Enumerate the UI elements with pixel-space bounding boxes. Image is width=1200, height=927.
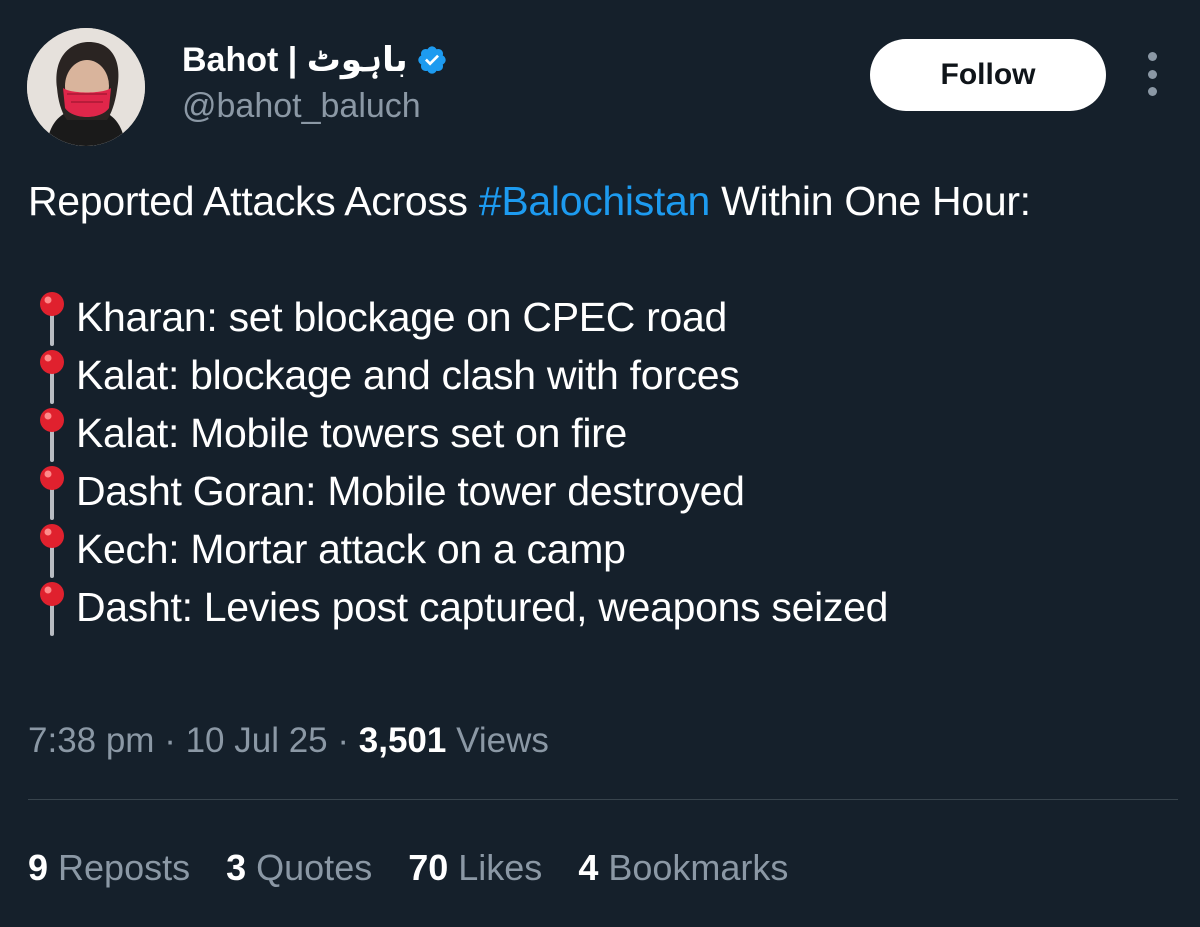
- round-pushpin-icon: [28, 288, 76, 346]
- attack-list: Kharan: set blockage on CPEC road Kalat: …: [28, 288, 1168, 636]
- tweet-intro: Reported Attacks Across #Balochistan Wit…: [28, 172, 1168, 230]
- bookmarks-label: Bookmarks: [608, 847, 789, 888]
- round-pushpin-icon: [28, 346, 76, 404]
- tweet-meta: 7:38 pm · 10 Jul 25 · 3,501 Views: [28, 718, 549, 764]
- bookmarks-count: 4: [578, 847, 599, 888]
- more-dot: [1147, 69, 1157, 79]
- round-pushpin-icon: [28, 578, 76, 636]
- more-dot: [1147, 87, 1157, 96]
- attack-list-item-text: Dasht Goran: Mobile tower destroyed: [76, 468, 745, 514]
- intro-text-after: Within One Hour:: [710, 178, 1031, 224]
- attack-list-item: Kalat: blockage and clash with forces: [28, 346, 1168, 404]
- divider: [28, 799, 1178, 800]
- tweet-header: Bahot | باہوٹ @bahot_baluch Follow: [27, 28, 1177, 148]
- tweet-text: Reported Attacks Across #Balochistan Wit…: [28, 172, 1168, 636]
- quotes-count: 3: [226, 847, 247, 888]
- reposts-label: Reposts: [58, 847, 191, 888]
- views-label: Views: [456, 721, 549, 760]
- likes-count: 70: [408, 847, 449, 888]
- reposts-count: 9: [28, 847, 49, 888]
- author-handle[interactable]: @bahot_baluch: [182, 86, 448, 126]
- likes-label: Likes: [458, 847, 543, 888]
- attack-list-item-text: Kharan: set blockage on CPEC road: [76, 294, 728, 340]
- reposts-stat[interactable]: 9 Reposts: [28, 845, 190, 891]
- quotes-label: Quotes: [256, 847, 373, 888]
- attack-list-item: Kalat: Mobile towers set on fire: [28, 404, 1168, 462]
- round-pushpin-icon: [28, 404, 76, 462]
- attack-list-item: Dasht Goran: Mobile tower destroyed: [28, 462, 1168, 520]
- attack-list-item-text: Kalat: blockage and clash with forces: [76, 352, 740, 398]
- engagement-stats: 9 Reposts 3 Quotes 70 Likes 4 Bookmarks: [28, 845, 824, 891]
- hashtag-link[interactable]: #Balochistan: [479, 178, 710, 224]
- author-display-name[interactable]: Bahot | باہوٹ: [182, 40, 448, 80]
- round-pushpin-icon: [28, 520, 76, 578]
- attack-list-item-text: Kalat: Mobile towers set on fire: [76, 410, 627, 456]
- attack-list-item: Kharan: set blockage on CPEC road: [28, 288, 1168, 346]
- more-dot: [1147, 52, 1157, 61]
- round-pushpin-icon: [28, 462, 76, 520]
- quotes-stat[interactable]: 3 Quotes: [226, 845, 372, 891]
- attack-list-item: Dasht: Levies post captured, weapons sei…: [28, 578, 1168, 636]
- avatar[interactable]: [27, 28, 145, 146]
- meta-separator: ·: [164, 721, 176, 760]
- likes-stat[interactable]: 70 Likes: [408, 845, 542, 891]
- attack-list-item: Kech: Mortar attack on a camp: [28, 520, 1168, 578]
- attack-list-item-text: Dasht: Levies post captured, weapons sei…: [76, 584, 889, 630]
- author-name-text: Bahot | باہوٹ: [182, 41, 408, 79]
- tweet-time[interactable]: 7:38 pm: [28, 721, 154, 760]
- intro-text-before: Reported Attacks Across: [28, 178, 479, 224]
- attack-list-item-text: Kech: Mortar attack on a camp: [76, 526, 626, 572]
- more-vertical-icon[interactable]: [1137, 52, 1167, 96]
- verified-badge-icon[interactable]: [416, 44, 448, 76]
- author-info: Bahot | باہوٹ @bahot_baluch: [182, 40, 448, 126]
- tweet-date[interactable]: 10 Jul 25: [186, 721, 328, 760]
- avatar-photo: [27, 28, 145, 146]
- follow-button[interactable]: Follow: [870, 39, 1106, 111]
- views-count: 3,501: [358, 721, 447, 760]
- bookmarks-stat[interactable]: 4 Bookmarks: [578, 845, 788, 891]
- meta-separator: ·: [337, 721, 350, 760]
